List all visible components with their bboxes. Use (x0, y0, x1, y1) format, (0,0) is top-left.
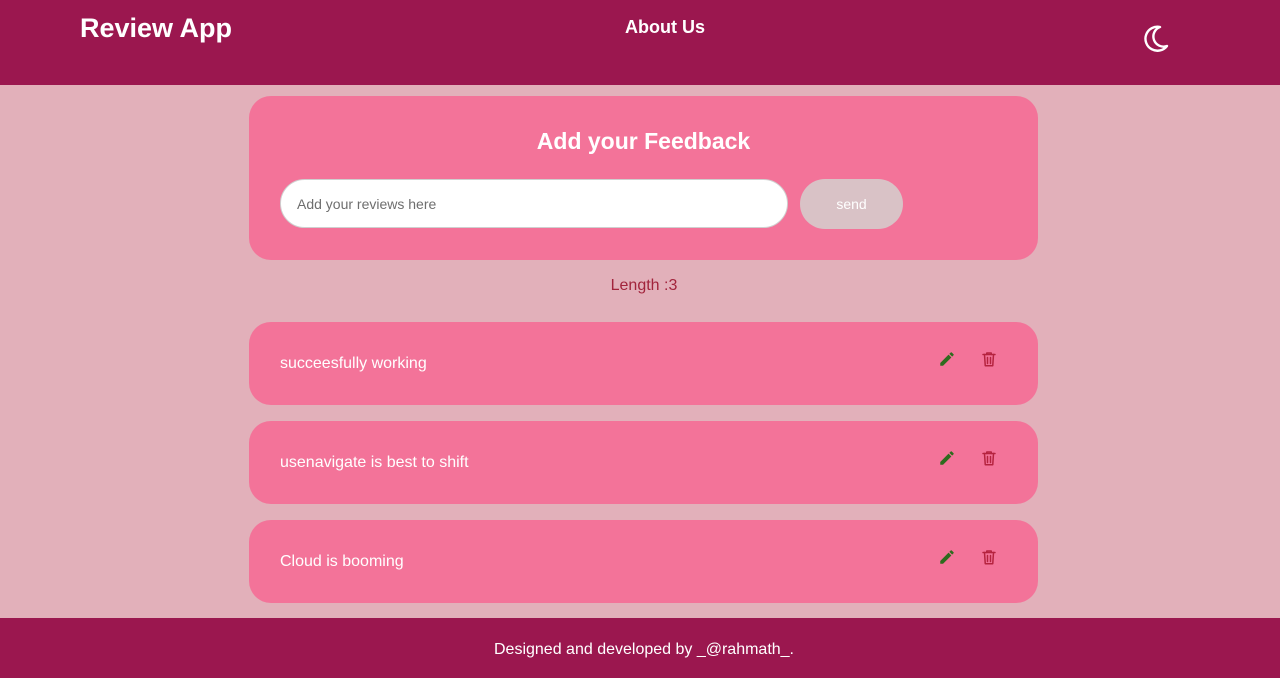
review-text: succeesfully working (280, 355, 427, 372)
pencil-icon[interactable] (938, 449, 956, 467)
review-count-label: Length :3 (610, 277, 678, 294)
send-button[interactable]: send (800, 179, 903, 229)
form-title: Add your Feedback (536, 128, 751, 154)
pencil-icon[interactable] (938, 548, 956, 566)
footer-bar: Designed and developed by _@rahmath_. (0, 618, 1280, 678)
review-text: Cloud is booming (280, 553, 404, 570)
review-text: usenavigate is best to shift (280, 454, 469, 471)
header-bar: Review App About Us (0, 0, 1280, 85)
review-item: usenavigate is best to shift (249, 421, 1038, 504)
trash-icon[interactable] (980, 548, 998, 566)
feedback-form-card: Add your Feedback send (249, 96, 1038, 260)
footer-credit: Designed and developed by _@rahmath_. (494, 641, 794, 658)
trash-icon[interactable] (980, 449, 998, 467)
review-item: succeesfully working (249, 322, 1038, 405)
nav-about-link[interactable]: About Us (0, 16, 1280, 38)
trash-icon[interactable] (980, 350, 998, 368)
review-input[interactable] (280, 179, 788, 228)
review-item: Cloud is booming (249, 520, 1038, 603)
moon-icon[interactable] (1140, 22, 1172, 54)
pencil-icon[interactable] (938, 350, 956, 368)
